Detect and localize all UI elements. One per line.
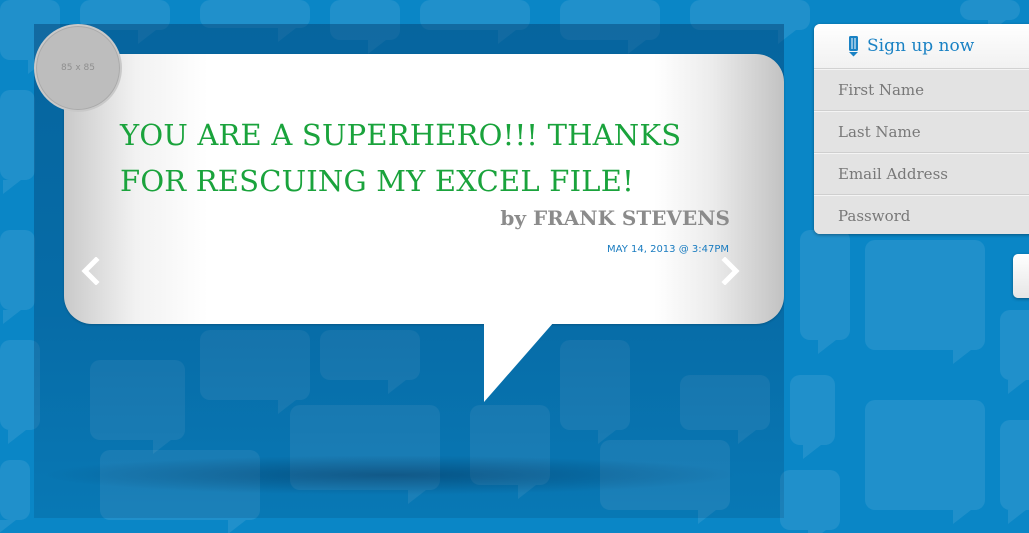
next-testimonial-button[interactable] xyxy=(718,257,744,285)
prev-testimonial-button[interactable] xyxy=(77,257,103,285)
signup-header[interactable]: Sign up now xyxy=(814,24,1029,69)
email-field[interactable] xyxy=(814,153,1029,195)
password-input[interactable] xyxy=(836,206,1020,226)
chevron-left-icon xyxy=(80,257,100,285)
email-input[interactable] xyxy=(836,164,1020,184)
stage-shadow xyxy=(40,455,740,495)
bubble-tail xyxy=(484,322,554,402)
password-field[interactable] xyxy=(814,195,1029,234)
last-name-input[interactable] xyxy=(836,122,1020,142)
side-tab-button[interactable] xyxy=(1013,254,1029,298)
testimonial-author: by FRANK STEVENS xyxy=(400,206,730,230)
last-name-field[interactable] xyxy=(814,111,1029,153)
author-prefix: by xyxy=(500,206,526,230)
first-name-input[interactable] xyxy=(836,80,1020,100)
avatar-placeholder: 85 x 85 xyxy=(34,24,122,112)
testimonial-date: MAY 14, 2013 @ 3:47PM xyxy=(607,244,729,255)
chevron-right-icon xyxy=(721,257,741,285)
testimonial-quote: YOU ARE A SUPERHERO!!! THANKS FOR RESCUI… xyxy=(120,118,682,198)
signup-panel: Sign up now xyxy=(814,24,1029,234)
first-name-field[interactable] xyxy=(814,69,1029,111)
author-name: FRANK STEVENS xyxy=(532,206,730,230)
signup-title: Sign up now xyxy=(867,36,975,56)
pencil-icon xyxy=(848,35,859,57)
avatar-label: 85 x 85 xyxy=(61,63,95,73)
